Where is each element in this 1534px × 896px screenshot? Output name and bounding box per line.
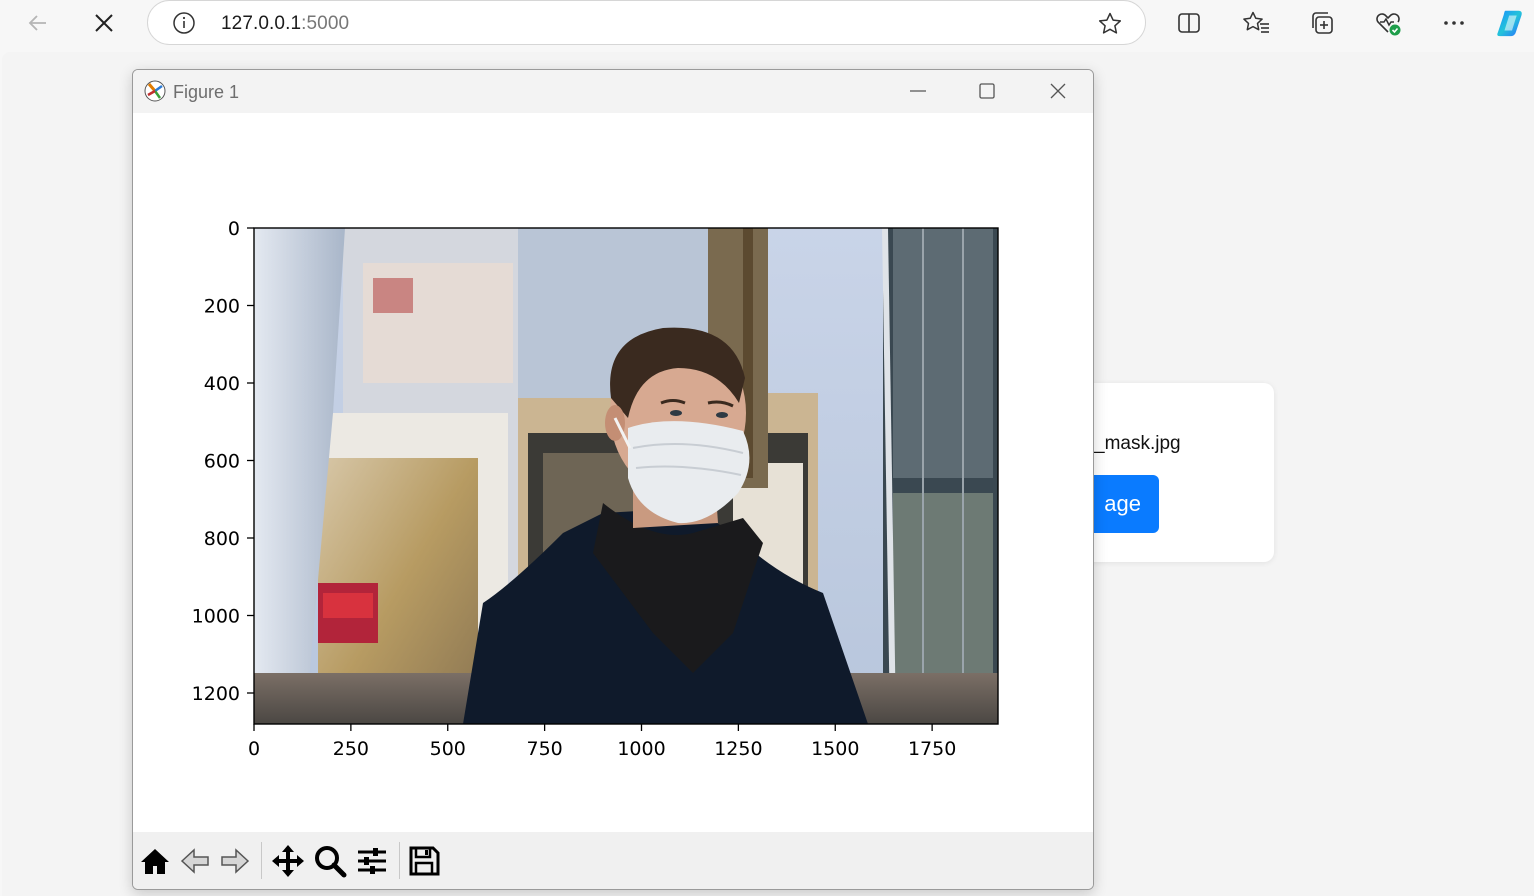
y-tick-label: 400 <box>204 373 240 395</box>
figure-window: Figure 1 0 250 500 750 1000 1250 1500 17… <box>132 69 1094 890</box>
x-tick-label: 1000 <box>617 738 665 760</box>
y-tick-label: 1200 <box>192 683 240 705</box>
x-tick-label: 500 <box>430 738 466 760</box>
url-host: 127.0.0.1 <box>221 13 302 34</box>
matplotlib-logo-icon <box>144 80 166 102</box>
x-axis: 0 250 500 750 1000 1250 1500 1750 <box>248 724 956 760</box>
y-tick-label: 600 <box>204 451 240 473</box>
url-text[interactable]: 127.0.0.1:5000 <box>221 13 349 35</box>
file-name-label: _mask.jpg <box>1094 433 1181 454</box>
save-icon[interactable] <box>406 843 442 879</box>
toolbar-separator <box>399 842 400 879</box>
y-axis: 0 200 400 600 800 1000 1200 <box>192 218 254 705</box>
home-icon[interactable] <box>137 843 173 879</box>
star-icon[interactable] <box>1097 11 1123 37</box>
figure-titlebar[interactable]: Figure 1 <box>133 70 1093 113</box>
close-icon[interactable] <box>1035 76 1081 106</box>
copilot-icon[interactable] <box>1496 7 1528 39</box>
plot-area[interactable]: 0 250 500 750 1000 1250 1500 1750 0 200 400 600 800… <box>133 113 1093 833</box>
photo-image <box>254 228 998 724</box>
upload-button-label: age <box>1104 491 1141 516</box>
x-tick-label: 750 <box>526 738 562 760</box>
back-arrow-icon[interactable] <box>22 7 54 39</box>
x-tick-label: 250 <box>333 738 369 760</box>
browser-essentials-icon[interactable] <box>1372 7 1404 39</box>
close-icon[interactable] <box>88 7 120 39</box>
y-tick-label: 1000 <box>192 606 240 628</box>
more-icon[interactable] <box>1438 7 1470 39</box>
zoom-icon[interactable] <box>312 843 348 879</box>
image-plot[interactable]: 0 250 500 750 1000 1250 1500 1750 0 200 400 600 800… <box>133 113 1093 833</box>
split-screen-icon[interactable] <box>1173 7 1205 39</box>
minimize-icon[interactable] <box>895 76 941 106</box>
pan-icon[interactable] <box>270 843 306 879</box>
url-port: :5000 <box>301 13 350 34</box>
x-tick-label: 1750 <box>908 738 956 760</box>
configure-subplots-icon[interactable] <box>354 843 390 879</box>
collections-icon[interactable] <box>1306 7 1338 39</box>
x-tick-label: 0 <box>248 738 260 760</box>
info-icon[interactable] <box>172 11 196 35</box>
figure-toolbar <box>133 832 1093 889</box>
browser-toolbar: 127.0.0.1:5000 <box>0 0 1534 48</box>
y-tick-label: 200 <box>204 296 240 318</box>
back-icon[interactable] <box>178 843 214 879</box>
address-bar[interactable]: 127.0.0.1:5000 <box>147 0 1146 45</box>
y-tick-label: 0 <box>228 218 240 240</box>
favorites-icon[interactable] <box>1240 7 1272 39</box>
toolbar-separator <box>261 842 262 879</box>
forward-icon[interactable] <box>216 843 252 879</box>
maximize-icon[interactable] <box>964 76 1010 106</box>
figure-title: Figure 1 <box>173 82 240 102</box>
y-tick-label: 800 <box>204 528 240 550</box>
x-tick-label: 1250 <box>714 738 762 760</box>
x-tick-label: 1500 <box>811 738 859 760</box>
